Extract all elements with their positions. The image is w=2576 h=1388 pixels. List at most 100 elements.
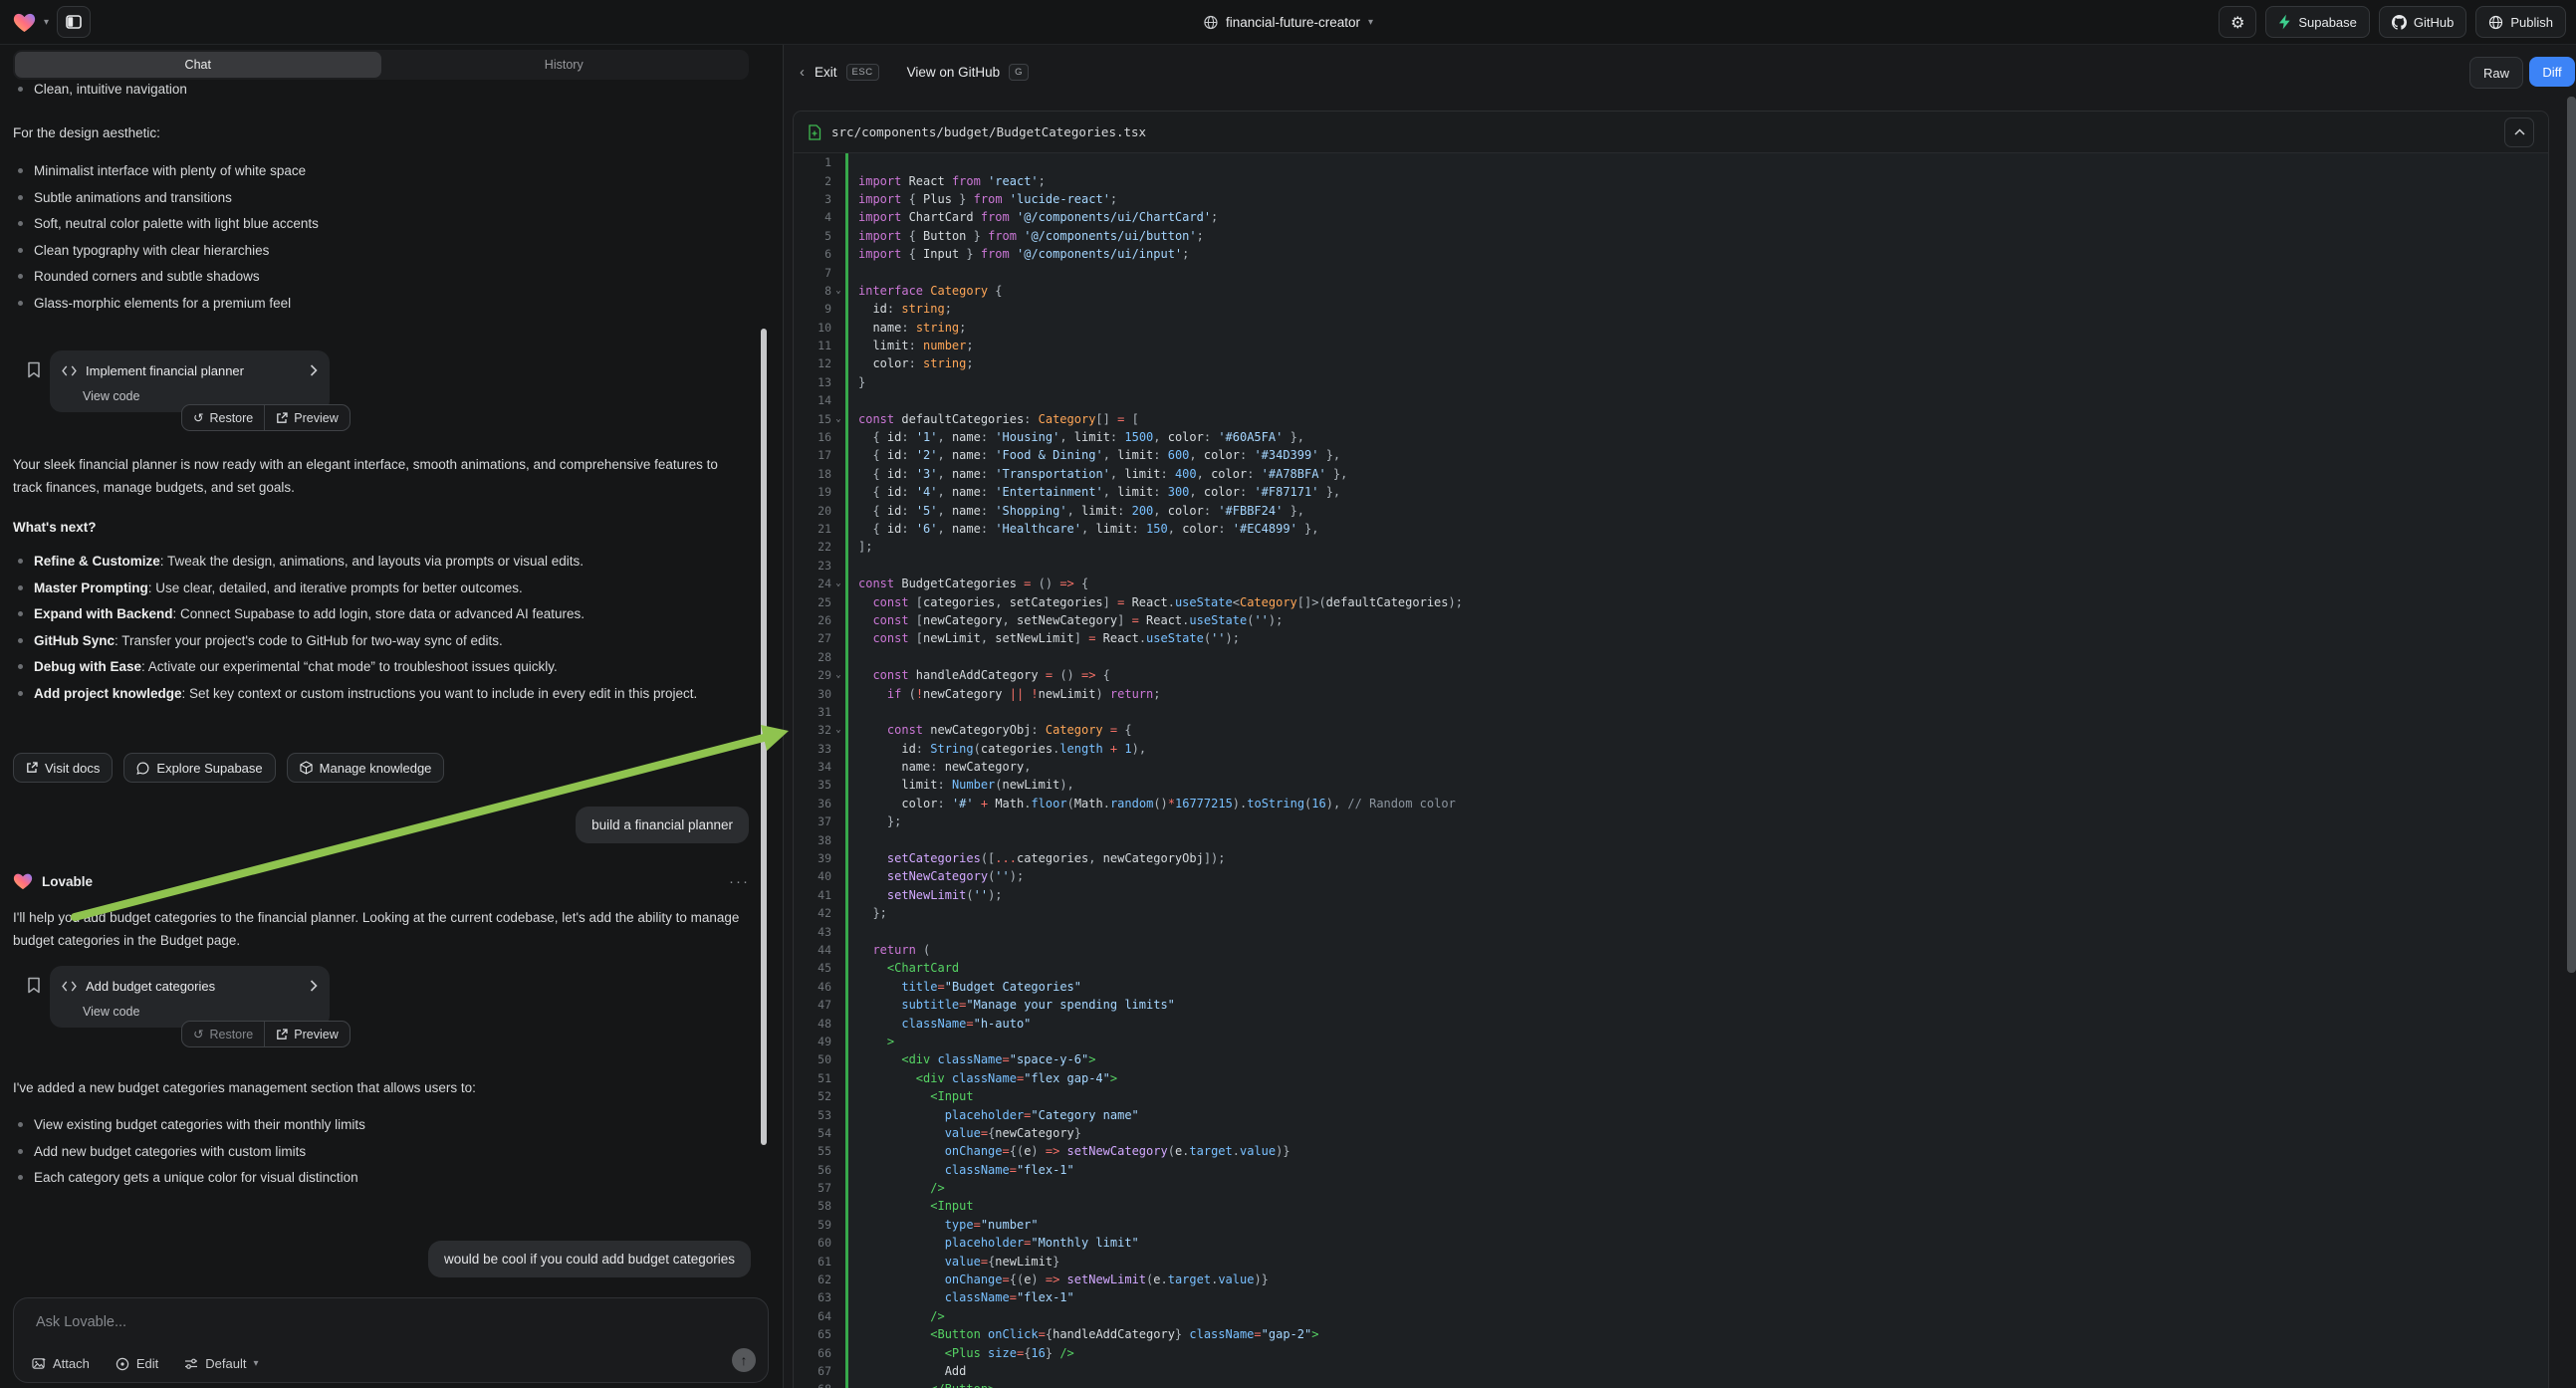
line-number[interactable]: 37 xyxy=(794,812,845,830)
line-number[interactable]: 22 xyxy=(794,538,845,556)
line-number[interactable]: 17 xyxy=(794,446,845,464)
line-number[interactable]: 63 xyxy=(794,1288,845,1306)
chat-input[interactable] xyxy=(34,1312,731,1342)
line-number[interactable]: 41 xyxy=(794,886,845,904)
version-card-implement-planner[interactable]: Implement financial planner View code xyxy=(50,350,330,412)
exit-button[interactable]: Exit xyxy=(815,65,837,80)
project-selector[interactable]: financial-future-creator ▾ xyxy=(1203,0,1373,44)
line-number[interactable]: 30 xyxy=(794,684,845,702)
bookmark-icon[interactable] xyxy=(27,361,41,378)
fold-chevron-icon[interactable]: ⌄ xyxy=(831,670,845,680)
line-number[interactable]: 21 xyxy=(794,520,845,538)
line-number[interactable]: 6 xyxy=(794,245,845,263)
line-number[interactable]: 56 xyxy=(794,1160,845,1178)
line-number[interactable]: 38 xyxy=(794,830,845,848)
tab-chat[interactable]: Chat xyxy=(15,52,381,78)
line-number[interactable]: 67 xyxy=(794,1362,845,1380)
collapse-file-button[interactable] xyxy=(2504,117,2534,147)
line-number[interactable]: 34 xyxy=(794,758,845,776)
line-number[interactable]: 36 xyxy=(794,795,845,812)
fold-chevron-icon[interactable]: ⌄ xyxy=(831,725,845,735)
line-number[interactable]: 33 xyxy=(794,740,845,758)
line-number[interactable]: 57 xyxy=(794,1179,845,1197)
line-number[interactable]: 4 xyxy=(794,208,845,226)
manage-knowledge-button[interactable]: Manage knowledge xyxy=(287,753,445,783)
explore-supabase-button[interactable]: Explore Supabase xyxy=(123,753,275,783)
line-number[interactable]: 14 xyxy=(794,391,845,409)
restore-button[interactable]: ↺ Restore xyxy=(182,1022,264,1046)
line-number[interactable]: 10 xyxy=(794,319,845,337)
line-number[interactable]: 28 xyxy=(794,648,845,666)
line-number[interactable]: 62 xyxy=(794,1271,845,1288)
line-number[interactable]: 53 xyxy=(794,1105,845,1123)
line-number[interactable]: 48 xyxy=(794,1014,845,1032)
preview-button[interactable]: Preview xyxy=(264,405,349,430)
code-editor[interactable]: 12import React from 'react';3import { Pl… xyxy=(794,153,2548,1388)
logo-chevron-down-icon[interactable]: ▾ xyxy=(44,17,49,28)
line-number[interactable]: 51 xyxy=(794,1069,845,1087)
line-number[interactable]: 32⌄ xyxy=(794,721,845,739)
chat-scrollbar[interactable] xyxy=(761,329,767,1145)
line-number[interactable]: 68 xyxy=(794,1380,845,1388)
line-number[interactable]: 52 xyxy=(794,1087,845,1105)
line-number[interactable]: 29⌄ xyxy=(794,666,845,684)
line-number[interactable]: 42 xyxy=(794,904,845,922)
line-number[interactable]: 11 xyxy=(794,337,845,354)
line-number[interactable]: 3 xyxy=(794,190,845,208)
line-number[interactable]: 40 xyxy=(794,867,845,885)
bookmark-icon[interactable] xyxy=(27,977,41,994)
line-number[interactable]: 66 xyxy=(794,1343,845,1361)
edit-mode-button[interactable]: Edit xyxy=(116,1356,158,1371)
line-number[interactable]: 50 xyxy=(794,1050,845,1068)
line-number[interactable]: 25 xyxy=(794,592,845,610)
tab-history[interactable]: History xyxy=(381,52,748,78)
fold-chevron-icon[interactable]: ⌄ xyxy=(831,286,845,296)
attach-button[interactable]: Attach xyxy=(32,1356,90,1371)
line-number[interactable]: 65 xyxy=(794,1325,845,1343)
line-number[interactable]: 59 xyxy=(794,1216,845,1234)
line-number[interactable]: 45 xyxy=(794,959,845,977)
line-number[interactable]: 9 xyxy=(794,300,845,318)
line-number[interactable]: 55 xyxy=(794,1142,845,1160)
publish-button[interactable]: Publish xyxy=(2475,6,2566,38)
line-number[interactable]: 5 xyxy=(794,227,845,245)
line-number[interactable]: 47 xyxy=(794,996,845,1014)
preview-button[interactable]: Preview xyxy=(264,1022,349,1046)
supabase-button[interactable]: Supabase xyxy=(2265,6,2370,38)
raw-toggle-button[interactable]: Raw xyxy=(2469,57,2523,89)
settings-button[interactable]: ⚙ xyxy=(2219,6,2256,38)
visit-docs-button[interactable]: Visit docs xyxy=(13,753,113,783)
line-number[interactable]: 7 xyxy=(794,263,845,281)
line-number[interactable]: 49 xyxy=(794,1033,845,1050)
line-number[interactable]: 64 xyxy=(794,1307,845,1325)
line-number[interactable]: 46 xyxy=(794,978,845,996)
line-number[interactable]: 8⌄ xyxy=(794,282,845,300)
line-number[interactable]: 20 xyxy=(794,501,845,519)
fold-chevron-icon[interactable]: ⌄ xyxy=(831,414,845,424)
toggle-sidebar-button[interactable] xyxy=(57,6,91,38)
line-number[interactable]: 44 xyxy=(794,941,845,959)
line-number[interactable]: 12 xyxy=(794,354,845,372)
line-number[interactable]: 2 xyxy=(794,171,845,189)
diff-toggle-button[interactable]: Diff xyxy=(2529,57,2575,87)
view-code-link[interactable]: View code xyxy=(83,1001,330,1023)
send-button[interactable]: ↑ xyxy=(732,1348,756,1372)
line-number[interactable]: 31 xyxy=(794,703,845,721)
line-number[interactable]: 15⌄ xyxy=(794,409,845,427)
line-number[interactable]: 24⌄ xyxy=(794,575,845,592)
model-selector[interactable]: Default ▾ xyxy=(184,1356,258,1371)
line-number[interactable]: 1 xyxy=(794,153,845,171)
line-number[interactable]: 16 xyxy=(794,428,845,446)
fold-chevron-icon[interactable]: ⌄ xyxy=(831,578,845,588)
line-number[interactable]: 58 xyxy=(794,1197,845,1215)
code-scrollbar[interactable] xyxy=(2567,97,2576,973)
line-number[interactable]: 60 xyxy=(794,1234,845,1252)
github-button[interactable]: GitHub xyxy=(2379,6,2466,38)
line-number[interactable]: 26 xyxy=(794,611,845,629)
line-number[interactable]: 13 xyxy=(794,373,845,391)
line-number[interactable]: 19 xyxy=(794,483,845,501)
view-on-github-link[interactable]: View on GitHub xyxy=(907,65,1001,80)
line-number[interactable]: 18 xyxy=(794,465,845,483)
message-menu-button[interactable]: ··· xyxy=(729,873,750,890)
restore-button[interactable]: ↺ Restore xyxy=(182,405,264,430)
